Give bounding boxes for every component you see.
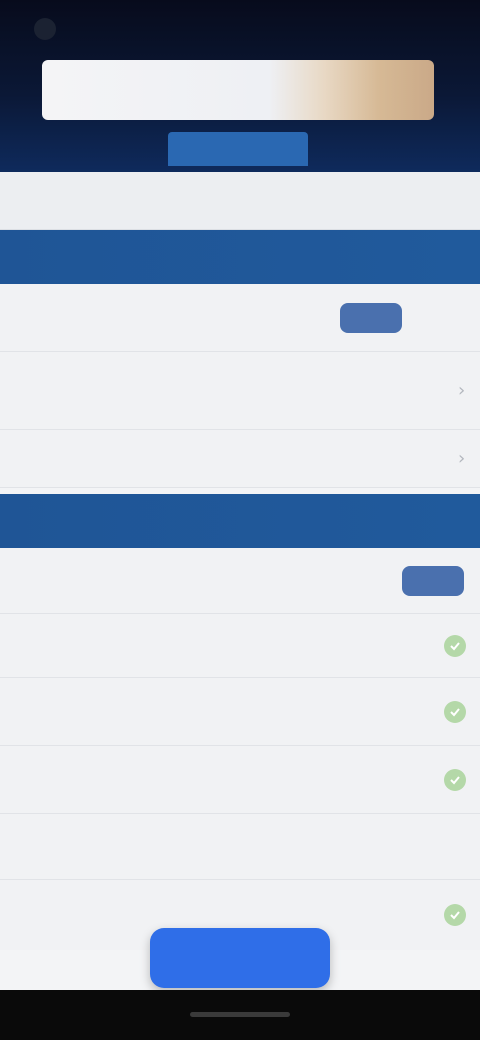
row-action-button[interactable] <box>402 566 464 596</box>
section-header-2 <box>0 494 480 548</box>
primary-action-button[interactable] <box>150 928 330 988</box>
settings-row[interactable] <box>0 746 480 814</box>
header-tab[interactable] <box>168 132 308 166</box>
header-banner <box>42 60 434 120</box>
settings-row[interactable] <box>0 814 480 880</box>
check-icon[interactable] <box>444 768 466 791</box>
chevron-right-icon: › <box>458 379 466 401</box>
check-icon[interactable] <box>444 904 466 926</box>
chevron-right-icon: › <box>458 447 466 469</box>
settings-row[interactable]: › <box>0 352 480 430</box>
status-icon <box>34 18 56 40</box>
system-nav-bar <box>0 990 480 1040</box>
settings-row[interactable] <box>0 678 480 746</box>
section-1: › › <box>0 284 480 488</box>
settings-row[interactable] <box>0 548 480 614</box>
breadcrumb-bar <box>0 172 480 230</box>
app-header <box>0 0 480 172</box>
main-panel: › › <box>0 172 480 990</box>
home-indicator[interactable] <box>190 1012 290 1017</box>
section-header-1 <box>0 230 480 284</box>
section-2 <box>0 548 480 950</box>
settings-row[interactable] <box>0 284 480 352</box>
settings-row[interactable] <box>0 614 480 678</box>
row-action-button[interactable] <box>340 303 402 333</box>
settings-row[interactable]: › <box>0 430 480 488</box>
check-icon[interactable] <box>444 634 466 657</box>
check-icon[interactable] <box>444 700 466 723</box>
